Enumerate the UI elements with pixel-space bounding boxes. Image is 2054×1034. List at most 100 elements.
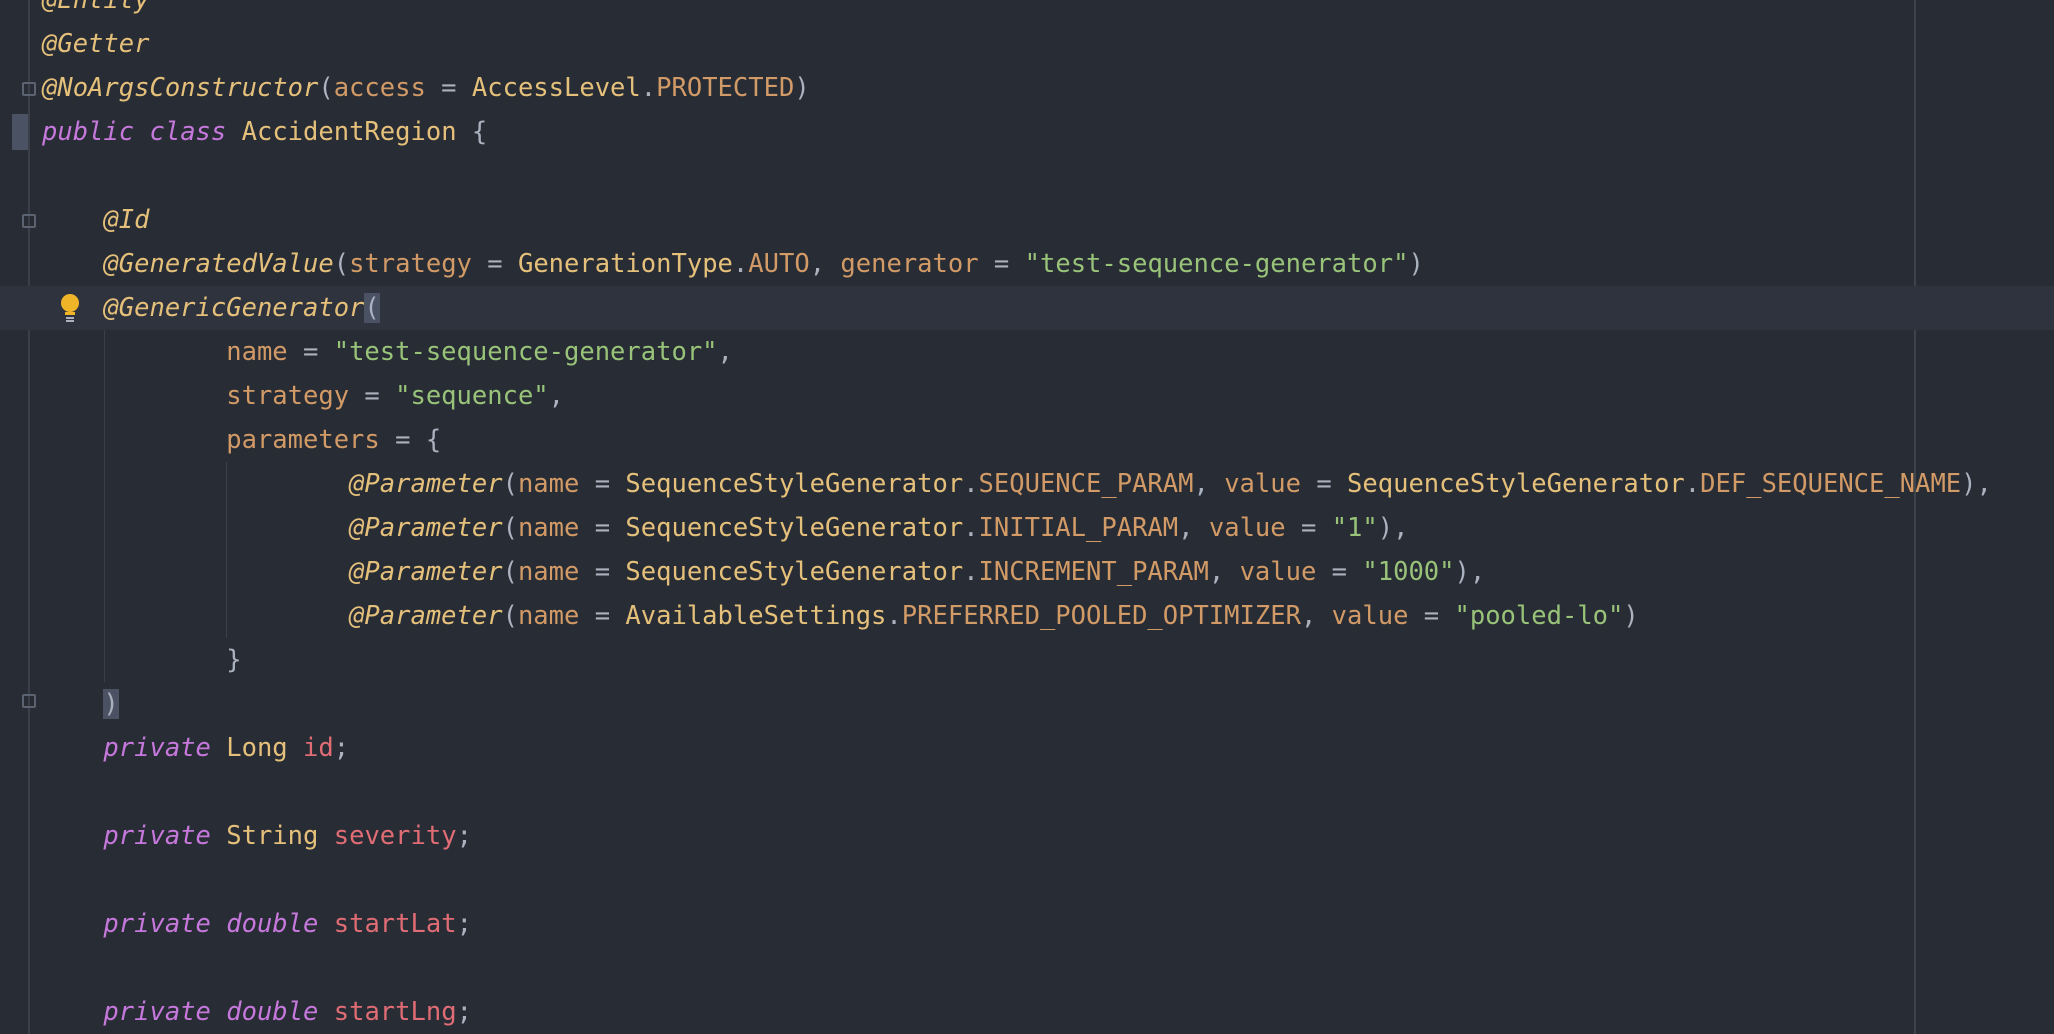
code-token: . [963, 557, 979, 587]
code-line[interactable] [0, 946, 2054, 990]
code-token: "test-sequence-generator" [1024, 249, 1409, 279]
code-token: . [640, 73, 657, 103]
code-token: name [517, 557, 580, 587]
code-line[interactable]: @GenericGenerator( [0, 286, 2054, 330]
fold-icon[interactable] [22, 214, 36, 228]
code-token: = [1316, 557, 1363, 587]
code-token: , [809, 249, 841, 279]
code-token: SEQUENCE_PARAM [978, 469, 1194, 499]
code-token: private [103, 733, 211, 763]
code-line[interactable]: parameters = { [0, 418, 2054, 462]
code-line[interactable]: @NoArgsConstructor(access = AccessLevel.… [0, 66, 2054, 110]
code-token: ) [1623, 601, 1639, 631]
code-token: private [103, 821, 211, 851]
code-line-text: @Parameter(name = SequenceStyleGenerator… [42, 506, 1408, 550]
code-token: SequenceStyleGenerator [625, 557, 964, 587]
code-token: = [579, 557, 626, 587]
bookmark-icon[interactable] [12, 114, 28, 150]
code-line[interactable]: private double startLat; [0, 902, 2054, 946]
code-line[interactable]: @GeneratedValue(strategy = GenerationTyp… [0, 242, 2054, 286]
code-token: @Parameter [349, 469, 503, 499]
code-token: . [963, 513, 979, 543]
code-token: @NoArgsConstructor [42, 73, 319, 103]
code-line-text: parameters = { [42, 418, 441, 462]
code-line-text: private Long id; [42, 726, 349, 770]
code-token: value [1224, 469, 1301, 499]
code-line[interactable]: private Long id; [0, 726, 2054, 770]
code-token: double [226, 909, 319, 939]
code-line[interactable]: name = "test-sequence-generator", [0, 330, 2054, 374]
code-token: @Parameter [349, 557, 503, 587]
code-line[interactable]: } [0, 638, 2054, 682]
code-line-text: @GeneratedValue(strategy = GenerationTyp… [42, 242, 1424, 286]
code-token: name [226, 337, 288, 367]
code-line-text: @Parameter(name = SequenceStyleGenerator… [42, 550, 1485, 594]
code-line[interactable] [0, 858, 2054, 902]
code-token: , [548, 381, 565, 411]
code-line[interactable] [0, 154, 2054, 198]
code-token: GenerationType [517, 249, 733, 279]
code-token: "pooled-lo" [1454, 601, 1624, 631]
fold-icon[interactable] [22, 82, 36, 96]
code-line[interactable] [0, 770, 2054, 814]
code-token: ; [456, 909, 472, 939]
code-line-text: strategy = "sequence", [42, 374, 564, 418]
code-token: . [963, 469, 979, 499]
indent-guide [104, 330, 105, 682]
code-line-text: private String severity; [42, 814, 472, 858]
code-token: , [1208, 557, 1240, 587]
code-token: @GeneratedValue [103, 249, 334, 279]
code-token: "test-sequence-generator" [333, 337, 718, 367]
code-token: ( [364, 293, 380, 323]
code-line-text: ) [42, 682, 119, 726]
code-token: ), [1454, 557, 1486, 587]
code-token: @Entity [42, 0, 150, 15]
code-token: startLat [333, 909, 457, 939]
code-token: PREFERRED_POOLED_OPTIMIZER [901, 601, 1301, 631]
code-line-text: @Parameter(name = AvailableSettings.PREF… [42, 594, 1639, 638]
code-token: , [1193, 469, 1225, 499]
code-token: double [226, 997, 319, 1027]
code-token: value [1208, 513, 1286, 543]
code-token: = [579, 513, 626, 543]
code-line-text: private double startLat; [42, 902, 472, 946]
code-token: ) [1408, 249, 1424, 279]
code-token: SequenceStyleGenerator [625, 469, 964, 499]
code-token: ) [103, 689, 119, 719]
fold-icon[interactable] [22, 694, 36, 708]
code-line[interactable]: strategy = "sequence", [0, 374, 2054, 418]
code-line[interactable]: @Parameter(name = SequenceStyleGenerator… [0, 550, 2054, 594]
code-token: startLng [333, 997, 457, 1027]
code-line[interactable]: public class AccidentRegion { [0, 110, 2054, 154]
code-line[interactable]: @Parameter(name = AvailableSettings.PREF… [0, 594, 2054, 638]
code-line[interactable]: @Id [0, 198, 2054, 242]
code-token: strategy [349, 249, 472, 279]
code-line[interactable]: @Entity [0, 0, 2054, 22]
code-token: name [517, 513, 580, 543]
code-token: ( [502, 513, 518, 543]
code-token: . [1684, 469, 1701, 499]
code-line[interactable]: ) [0, 682, 2054, 726]
code-editor[interactable]: @Entity @Getter @NoArgsConstructor(access … [0, 0, 2054, 1034]
code-line[interactable]: private double startLng; [0, 990, 2054, 1034]
code-token: public [42, 117, 135, 147]
code-line[interactable]: private String severity; [0, 814, 2054, 858]
code-line[interactable]: @Parameter(name = SequenceStyleGenerator… [0, 506, 2054, 550]
code-line-text: @NoArgsConstructor(access = AccessLevel.… [42, 66, 810, 110]
code-token: value [1239, 557, 1317, 587]
code-token: DEF_SEQUENCE_NAME [1700, 469, 1962, 499]
code-token: "1" [1331, 513, 1378, 543]
code-token: private [103, 997, 211, 1027]
code-line[interactable]: @Parameter(name = SequenceStyleGenerator… [0, 462, 2054, 506]
code-token: class [149, 117, 227, 147]
code-token: . [732, 249, 749, 279]
code-line[interactable]: @Getter [0, 22, 2054, 66]
